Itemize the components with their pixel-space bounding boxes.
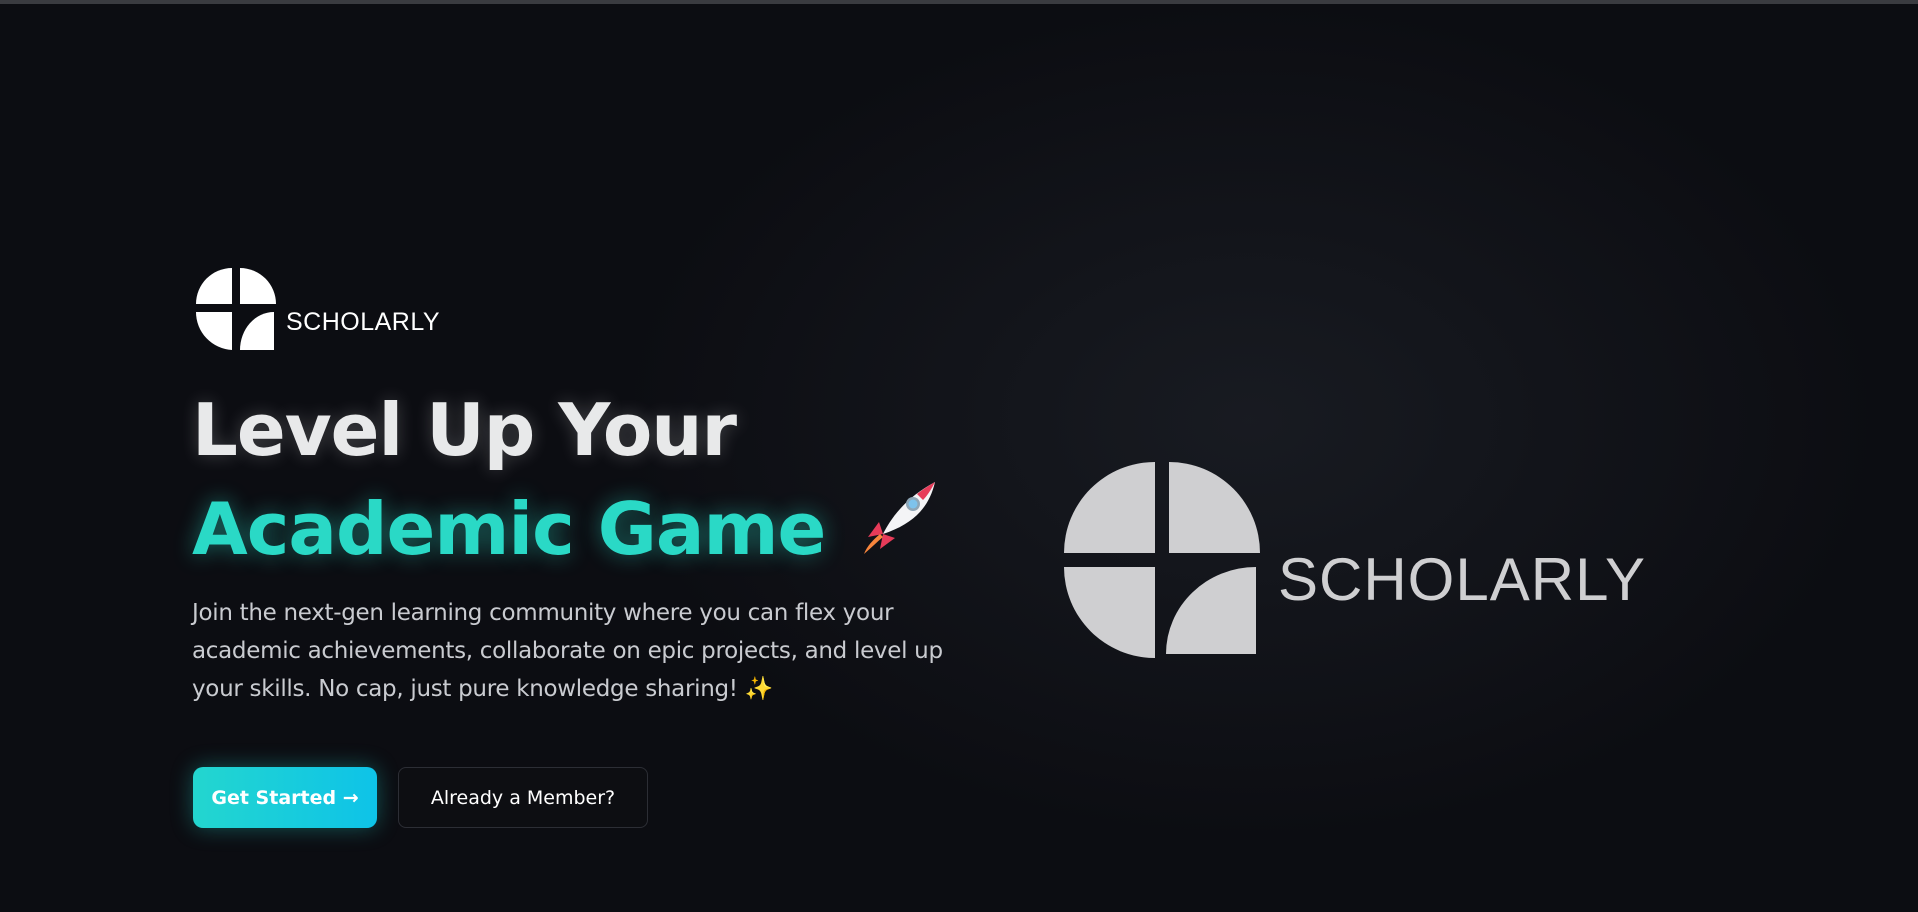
get-started-button[interactable]: Get Started → — [193, 767, 377, 828]
rocket-icon — [855, 478, 939, 585]
top-border — [0, 0, 1918, 4]
hero-headline: Level Up Your Academic Game — [192, 382, 939, 585]
brand-header: SCHOLARLY — [196, 268, 440, 350]
hero-description: Join the next-gen learning community whe… — [192, 594, 952, 708]
brand-showcase: SCHOLARLY — [1064, 462, 1646, 658]
sparkles-icon: ✨ — [744, 676, 774, 702]
brand-name: SCHOLARLY — [286, 308, 441, 336]
scholarly-logo-large-icon — [1064, 462, 1260, 658]
headline-line-1: Level Up Your — [192, 388, 737, 472]
headline-line-2: Academic Game — [192, 478, 939, 585]
landing-page: SCHOLARLY Level Up Your Academic Game Jo… — [0, 0, 1918, 912]
brand-large-name: SCHOLARLY — [1278, 545, 1647, 613]
description-text: Join the next-gen learning community whe… — [192, 600, 943, 702]
already-member-button[interactable]: Already a Member? — [398, 767, 648, 828]
headline-line-2-text: Academic Game — [192, 487, 826, 571]
scholarly-logo-icon — [196, 268, 276, 350]
